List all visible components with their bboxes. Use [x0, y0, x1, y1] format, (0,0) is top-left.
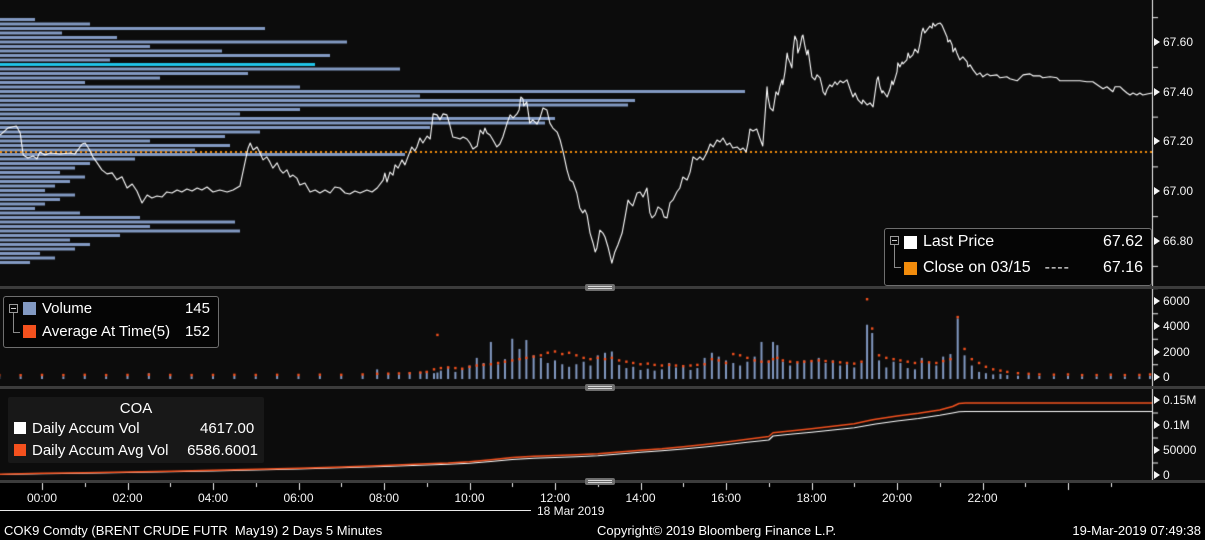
axis-arrow-tick-icon [1154, 137, 1160, 145]
axis-arrow-tick-icon [1154, 421, 1160, 429]
axis-arrow-tick-icon [1154, 373, 1160, 381]
last-price-label: Last Price [923, 233, 995, 250]
avg-at-time-label: Average At Time(5) [42, 323, 171, 340]
status-copyright: Copyright© 2019 Bloomberg Finance L.P. [597, 523, 837, 538]
axis-arrow-tick-icon [1154, 348, 1160, 356]
price-tick-label: 67.60 [1163, 35, 1194, 49]
close-value: 67.16 [1102, 259, 1143, 276]
time-tick-label: 08:00 [368, 491, 400, 505]
bloomberg-chart-window: Last Price 67.62 Close on 03/15 ---- 67.… [0, 0, 1205, 540]
daily-accum-vol-value: 4617.00 [200, 419, 255, 437]
status-timestamp: 19-Mar-2019 07:49:38 [1072, 523, 1201, 538]
panel-divider-3[interactable] [0, 478, 1205, 485]
time-tick-label: 06:00 [283, 491, 314, 505]
daily-accum-avg-vol-value: 6586.6001 [187, 441, 258, 459]
volume-tick-label: 2000 [1163, 345, 1190, 359]
panel-divider-2[interactable] [0, 384, 1205, 391]
legend-row-daily-accum-avg-vol[interactable]: Daily Accum Avg Vol 6586.6001 [8, 439, 264, 461]
volume-swatch-icon [23, 302, 36, 315]
volume-tick-label: 0 [1163, 370, 1170, 384]
time-tick-label: 10:00 [454, 491, 485, 505]
axis-arrow-tick-icon [1154, 471, 1160, 479]
axis-arrow-tick-icon [1154, 297, 1160, 305]
time-tick-label: 14:00 [625, 491, 656, 505]
daily-accum-avg-vol-swatch-icon [14, 444, 26, 456]
daily-accum-vol-label: Daily Accum Vol [32, 419, 140, 437]
legend-row-avg-at-time[interactable]: Average At Time(5) 152 [4, 320, 218, 343]
time-tick-label: 18:00 [796, 491, 827, 505]
volume-label: Volume [42, 300, 93, 317]
time-tick-label: 12:00 [539, 491, 571, 505]
tree-elbow-icon [8, 320, 21, 343]
price-tick-label: 66.80 [1163, 234, 1194, 248]
axis-arrow-tick-icon [1154, 187, 1160, 195]
volume-legend-box[interactable]: Volume 145 Average At Time(5) 152 [3, 296, 219, 348]
panel-divider-1[interactable] [0, 284, 1205, 291]
close-label: Close on 03/15 [923, 259, 1031, 276]
divider-grip-icon[interactable] [585, 384, 615, 391]
time-tick-label: 02:00 [112, 491, 143, 505]
last-price-value: 67.62 [1102, 233, 1143, 250]
tree-expand-icon[interactable] [889, 229, 902, 258]
price-tick-label: 67.40 [1163, 85, 1194, 99]
tree-elbow-icon [889, 255, 902, 281]
time-tick-label: 16:00 [710, 491, 742, 505]
daily-accum-vol-swatch-icon [14, 422, 26, 434]
close-swatch-icon [904, 261, 917, 275]
price-tick-label: 67.20 [1163, 134, 1194, 148]
volume-tick-label: 6000 [1163, 294, 1190, 308]
accum-tick-label: 0.15M [1163, 393, 1197, 407]
coa-title: COA [119, 400, 153, 417]
time-tick-label: 22:00 [967, 491, 998, 505]
accum-tick-label: 50000 [1163, 443, 1197, 457]
legend-row-close[interactable]: Close on 03/15 ---- 67.16 [885, 255, 1151, 281]
status-bar: COK9 Comdty (BRENT CRUDE FUTR May19) 2 D… [0, 520, 1205, 540]
axis-arrow-tick-icon [1154, 88, 1160, 96]
close-dashes: ---- [1044, 259, 1070, 276]
axis-arrow-tick-icon [1154, 396, 1160, 404]
axis-arrow-tick-icon [1154, 237, 1160, 245]
avg-at-time-swatch-icon [23, 325, 36, 338]
avg-at-time-value: 152 [184, 323, 210, 340]
axis-arrow-tick-icon [1154, 322, 1160, 330]
status-security-description: COK9 Comdty (BRENT CRUDE FUTR May19) 2 D… [4, 523, 383, 538]
legend-row-last-price[interactable]: Last Price 67.62 [885, 229, 1151, 258]
date-label: 18 Mar 2019 [537, 504, 605, 518]
daily-accum-avg-vol-label: Daily Accum Avg Vol [32, 441, 169, 459]
volume-value: 145 [184, 300, 210, 317]
axis-arrow-tick-icon [1154, 38, 1160, 46]
accum-tick-label: 0 [1163, 468, 1170, 482]
legend-row-daily-accum-vol[interactable]: Daily Accum Vol 4617.00 [8, 417, 264, 439]
divider-grip-icon[interactable] [585, 284, 615, 291]
time-tick-label: 00:00 [26, 491, 58, 505]
divider-grip-icon[interactable] [585, 478, 615, 485]
price-tick-label: 67.00 [1163, 184, 1194, 198]
axis-arrow-tick-icon [1154, 446, 1160, 454]
tree-expand-icon[interactable] [8, 297, 21, 326]
date-bracket-line [0, 510, 531, 511]
last-price-swatch-icon [904, 235, 917, 249]
volume-tick-label: 4000 [1163, 319, 1190, 333]
time-tick-label: 04:00 [197, 491, 229, 505]
accum-tick-label: 0.1M [1163, 418, 1190, 432]
price-legend-box[interactable]: Last Price 67.62 Close on 03/15 ---- 67.… [884, 228, 1152, 286]
coa-legend-box[interactable]: COA Daily Accum Vol 4617.00 Daily Accum … [8, 397, 264, 463]
legend-row-volume[interactable]: Volume 145 [4, 297, 218, 326]
time-tick-label: 20:00 [881, 491, 913, 505]
